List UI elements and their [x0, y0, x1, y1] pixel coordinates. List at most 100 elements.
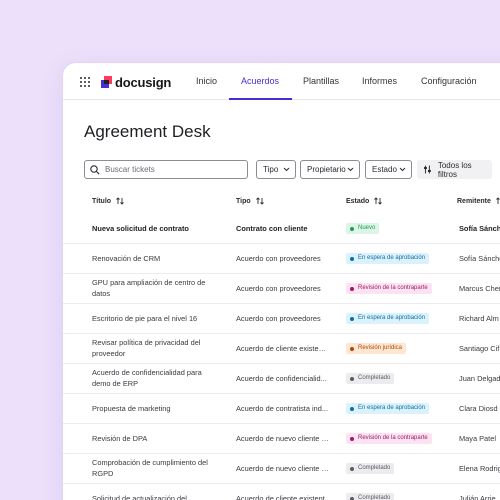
cell-title[interactable]: Propuesta de marketing — [92, 404, 217, 415]
status-dot-icon — [350, 316, 354, 321]
cell-type: Acuerdo de nuevo cliente (... — [236, 434, 330, 443]
status-dot-icon — [350, 256, 354, 261]
all-filters-button[interactable]: Todos los filtros — [417, 160, 492, 179]
cell-sender: Maya Patel — [459, 434, 496, 443]
table-row[interactable]: Revisar política de privacidad del prove… — [63, 334, 500, 364]
table-row[interactable]: GPU para ampliación de centro de datos Ac… — [63, 274, 500, 304]
all-filters-label: Todos los filtros — [437, 160, 472, 179]
chevron-down-icon — [283, 167, 290, 172]
cell-title[interactable]: Escritorio de pie para el nivel 16 — [92, 314, 217, 325]
cell-title[interactable]: Revisión de DPA — [92, 434, 217, 445]
column-header-tipo[interactable]: Tipo — [236, 197, 264, 205]
search-placeholder: Buscar tickets — [105, 165, 155, 174]
cell-sender: Sofía Sánchez — [459, 254, 500, 263]
chevron-down-icon — [399, 167, 406, 172]
status-dot-icon — [350, 466, 354, 471]
column-header-label: Estado — [346, 197, 370, 205]
page-title: Agreement Desk — [84, 122, 211, 141]
column-header-remitente[interactable]: Remitente — [457, 197, 500, 205]
table-row[interactable]: Escritorio de pie para el nivel 16 Acuerd… — [63, 304, 500, 334]
cell-title[interactable]: Nueva solicitud de contrato — [92, 224, 217, 235]
cell-type: Acuerdo de contratista ind... — [236, 404, 329, 413]
status-badge: Completado — [346, 373, 395, 384]
sort-arrows-icon — [496, 197, 500, 204]
sort-arrows-icon — [255, 197, 264, 205]
cell-sender: Clara Diosd — [459, 404, 498, 413]
logo-text: docusign — [115, 74, 172, 90]
cell-sender: Santiago Cif — [459, 344, 500, 353]
table-row[interactable]: Acuerdo de confidencialidad para demo de… — [63, 364, 500, 394]
status-label: En espera de aprobación — [358, 315, 426, 321]
filter-propietario-label: Propietario — [307, 165, 346, 174]
status-badge: Revisión de la contraparte — [346, 283, 432, 294]
status-label: En espera de aprobación — [358, 405, 426, 411]
status-badge: En espera de aprobación — [346, 253, 430, 264]
nav-acuerdos[interactable]: Acuerdos — [241, 63, 279, 100]
status-dot-icon — [350, 346, 354, 351]
status-label: Revisión de la contraparte — [358, 285, 428, 291]
cell-title[interactable]: Revisar política de privacidad del prove… — [92, 338, 217, 359]
status-label: Revisión jurídica — [358, 345, 403, 351]
column-header-label: Remitente — [457, 197, 491, 205]
apps-grid-icon[interactable] — [80, 77, 90, 87]
cell-sender: Elena Rodrig — [459, 464, 500, 473]
cell-sender: Marcus Chen — [459, 284, 500, 293]
cell-type: Acuerdo de confidencialid... — [236, 374, 327, 383]
top-navigation: docusign Inicio Acuerdos Plantillas Info… — [63, 63, 500, 100]
cell-type: Acuerdo con proveedores — [236, 254, 321, 263]
nav-plantillas[interactable]: Plantillas — [303, 63, 339, 100]
chevron-down-icon — [347, 167, 354, 172]
nav-inicio[interactable]: Inicio — [196, 63, 217, 100]
column-header-label: Tipo — [236, 197, 251, 205]
filter-tipo-dropdown[interactable]: Tipo — [256, 160, 296, 179]
cell-title[interactable]: Renovación de CRM — [92, 254, 217, 265]
status-dot-icon — [350, 226, 354, 231]
status-dot-icon — [350, 376, 354, 381]
nav-configuracion[interactable]: Configuración — [421, 63, 477, 100]
status-dot-icon — [350, 496, 354, 500]
status-label: Completado — [358, 495, 391, 500]
status-badge: Revisión de la contraparte — [346, 433, 432, 444]
docusign-logo[interactable]: docusign — [101, 74, 172, 90]
status-label: Completado — [358, 465, 391, 471]
cell-sender: Julián Arrie — [459, 494, 496, 500]
cell-type: Acuerdo de cliente existent... — [236, 344, 330, 353]
cell-type: Contrato con cliente — [236, 224, 308, 233]
sort-arrows-icon — [116, 197, 124, 205]
active-tab-indicator — [229, 98, 292, 100]
status-label: Nuevo — [358, 225, 376, 231]
cell-sender: Sofía Sánchez — [459, 224, 500, 233]
table-row[interactable]: Revisión de DPA Acuerdo de nuevo cliente … — [63, 424, 500, 454]
status-badge: En espera de aprobación — [346, 313, 430, 324]
status-badge: En espera de aprobación — [346, 403, 430, 414]
cell-sender: Juan Delgad — [459, 374, 500, 383]
table-row[interactable]: Nueva solicitud de contrato Contrato con … — [63, 214, 500, 244]
filter-propietario-dropdown[interactable]: Propietario — [300, 160, 360, 179]
column-header-estado[interactable]: Estado — [346, 197, 383, 205]
table-row[interactable]: Comprobación de cumplimiento del RGPD Acu… — [63, 454, 500, 484]
status-badge: Completado — [346, 463, 395, 474]
table-row[interactable]: Renovación de CRM Acuerdo con proveedores… — [63, 244, 500, 274]
sort-arrows-icon — [374, 197, 383, 205]
status-label: Completado — [358, 375, 391, 381]
nav-informes[interactable]: Informes — [362, 63, 397, 100]
search-input[interactable]: Buscar tickets — [84, 160, 248, 179]
docusign-logo-icon — [101, 75, 112, 88]
status-badge: Nuevo — [346, 223, 380, 234]
table-row[interactable]: Solicitud de actualización del Acuerdo de… — [63, 484, 500, 500]
cell-type: Acuerdo con proveedores — [236, 314, 321, 323]
status-label: En espera de aprobación — [358, 255, 426, 261]
filter-tipo-label: Tipo — [263, 165, 279, 174]
cell-title[interactable]: Comprobación de cumplimiento del RGPD — [92, 458, 217, 479]
cell-title[interactable]: GPU para ampliación de centro de datos — [92, 278, 217, 299]
cell-type: Acuerdo de nuevo cliente (... — [236, 464, 330, 473]
cell-type: Acuerdo con proveedores — [236, 284, 321, 293]
status-label: Revisión de la contraparte — [358, 435, 428, 441]
column-header-titulo[interactable]: Título — [92, 197, 124, 205]
filter-estado-dropdown[interactable]: Estado — [365, 160, 412, 179]
table-row[interactable]: Propuesta de marketing Acuerdo de contrat… — [63, 394, 500, 424]
cell-title[interactable]: Acuerdo de confidencialidad para demo de… — [92, 368, 217, 389]
cell-title[interactable]: Solicitud de actualización del — [92, 494, 217, 500]
status-dot-icon — [350, 406, 354, 411]
status-badge: Revisión jurídica — [346, 343, 407, 354]
